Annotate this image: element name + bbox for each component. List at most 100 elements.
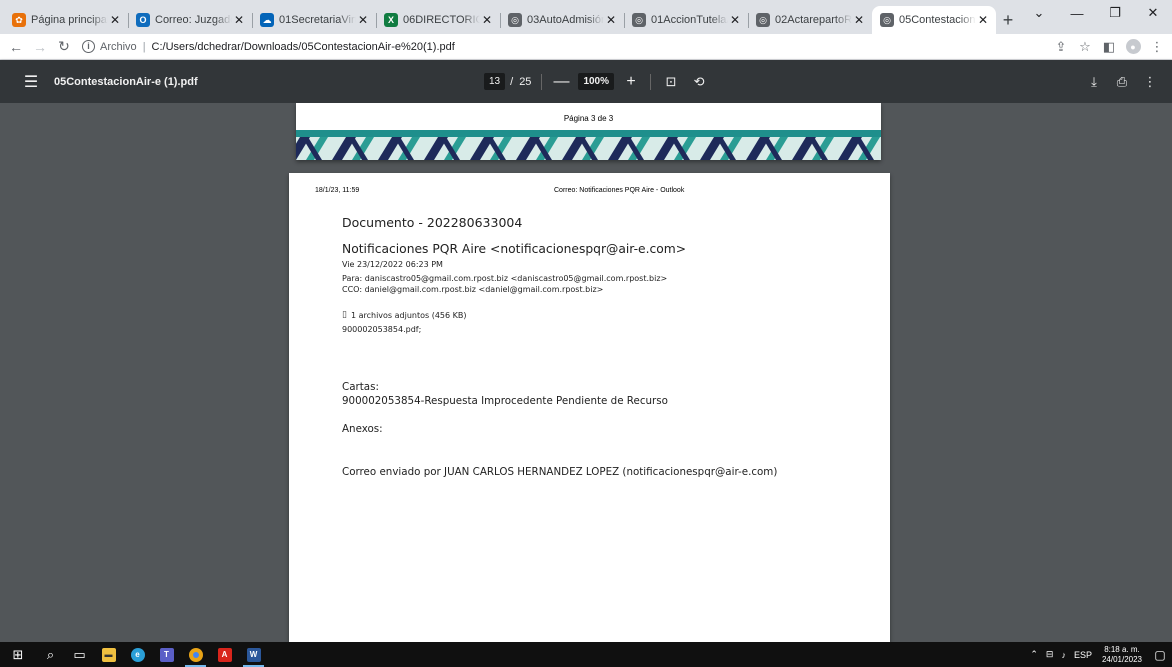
toolbar-right: ⇪ ☆ ◧ ● ⋮ <box>1048 37 1172 57</box>
rotate-icon[interactable]: ⟲ <box>689 74 709 90</box>
tab-close-icon[interactable]: ✕ <box>232 13 246 27</box>
toolbar-divider <box>650 73 652 90</box>
browser-tab[interactable]: ◎ 02ActarepartoReci✕ <box>748 6 872 34</box>
tab-title: 05ContestacionAir <box>899 14 976 26</box>
pdf-more-icon[interactable]: ⋮ <box>1136 74 1164 90</box>
tab-close-icon[interactable]: ✕ <box>728 13 742 27</box>
document-heading: Documento - 202280633004 <box>342 215 523 230</box>
zoom-level-input[interactable]: 100% <box>578 73 615 90</box>
previous-page-footer: Página 3 de 3 <box>563 114 614 123</box>
pdf-toolbar: ☰ 05ContestacionAir-e (1).pdf 13 / 25 — … <box>0 60 1172 103</box>
paperclip-icon: ▯ <box>342 310 347 320</box>
pdf-viewport[interactable]: Página 3 de 3 18/1/23, 11:59 Correo: Not… <box>0 103 1172 642</box>
page-header-title: Correo: Notificaciones PQR Aire - Outloo… <box>554 187 685 194</box>
address-url[interactable]: C:/Users/dchedrar/Downloads/05Contestaci… <box>152 41 455 53</box>
system-tray: ⌃ ⊟ ♪ ESP 8:18 a. m. 24/01/2023 ▢ <box>1026 642 1172 667</box>
tab-close-icon[interactable]: ✕ <box>604 13 618 27</box>
anexos-label: Anexos: <box>342 423 383 435</box>
search-icon[interactable]: ⌕ <box>36 642 65 667</box>
address-separator: | <box>142 40 146 53</box>
onedrive-icon: ☁ <box>260 13 274 27</box>
browser-tab[interactable]: ✿ Página principal | M✕ <box>4 6 128 34</box>
side-panel-icon[interactable]: ◧ <box>1098 37 1120 57</box>
address-bar[interactable]: i Archivo | C:/Users/dchedrar/Downloads/… <box>82 37 455 57</box>
reload-icon[interactable]: ↻ <box>54 37 74 57</box>
email-recipients: Para: daniscastro05@gmail.com.rpost.biz … <box>342 274 668 283</box>
tabs-container: ✿Página principal | M✕ O Correo: Juzgado 0… <box>0 0 996 34</box>
clock[interactable]: 8:18 a. m. 24/01/2023 <box>1102 645 1142 665</box>
clock-time: 8:18 a. m. <box>1104 644 1140 654</box>
volume-icon[interactable]: ♪ <box>1061 650 1066 660</box>
profile-avatar[interactable]: ● <box>1122 37 1144 57</box>
teams-icon[interactable]: T <box>152 642 181 667</box>
tab-close-icon[interactable]: ✕ <box>356 13 370 27</box>
download-icon[interactable]: ⤓ <box>1080 74 1108 90</box>
pdf-right-controls: ⤓ ⎙ ⋮ <box>1080 74 1172 90</box>
chrome-page-icon: ◎ <box>508 13 522 27</box>
back-icon[interactable]: ← <box>6 37 26 57</box>
tab-title: 01SecretariaVirtual <box>279 14 356 26</box>
tab-title: Correo: Juzgado 07 <box>155 14 232 26</box>
file-explorer-icon[interactable]: ▬ <box>94 642 123 667</box>
more-menu-icon[interactable]: ⋮ <box>1146 37 1168 57</box>
language-indicator[interactable]: ESP <box>1074 650 1092 660</box>
tab-search-icon[interactable]: ⌄ <box>1020 0 1058 26</box>
outlook-icon: O <box>136 13 150 27</box>
browser-tab[interactable]: X 06DIRECTORIO CO✕ <box>376 6 500 34</box>
email-body: Documento - 202280633004 Notificaciones … <box>342 215 862 479</box>
restore-icon[interactable]: ❐ <box>1096 0 1134 26</box>
notifications-icon[interactable]: ▢ <box>1148 648 1172 662</box>
acrobat-icon[interactable]: A <box>210 642 239 667</box>
browser-tab[interactable]: O Correo: Juzgado 07✕ <box>128 6 252 34</box>
attachments-count: 1 archivos adjuntos (456 KB) <box>350 311 467 320</box>
minimize-icon[interactable]: — <box>1058 0 1096 26</box>
email-sender: Notificaciones PQR Aire <notificacionesp… <box>342 242 687 256</box>
page-number-input[interactable]: 13 <box>484 73 506 90</box>
pdf-center-controls: 13 / 25 — 100% + ⊡ ⟲ <box>484 60 709 103</box>
avatar-icon: ● <box>1125 39 1141 54</box>
decorative-zigzag-banner <box>296 130 881 160</box>
window-controls: ⌄ — ❐ ✕ <box>1020 0 1172 34</box>
office-icon: ✿ <box>12 13 26 27</box>
edge-icon[interactable]: e <box>123 642 152 667</box>
chrome-icon[interactable] <box>181 642 210 667</box>
task-view-icon[interactable]: ▭ <box>65 642 94 667</box>
attachment-filename: 900002053854.pdf; <box>342 325 422 334</box>
new-tab-button[interactable]: + <box>996 6 1020 34</box>
browser-tab[interactable]: ◎ 03AutoAdmisiónTu✕ <box>500 6 624 34</box>
word-icon[interactable]: W <box>239 642 268 667</box>
share-icon[interactable]: ⇪ <box>1050 37 1072 57</box>
tab-title: 03AutoAdmisiónTu <box>527 14 604 26</box>
current-page: 18/1/23, 11:59 Correo: Notificaciones PQ… <box>289 173 890 642</box>
pdf-document-title: 05ContestacionAir-e (1).pdf <box>54 75 198 88</box>
tab-close-icon[interactable]: ✕ <box>976 13 990 27</box>
previous-page: Página 3 de 3 <box>296 103 881 160</box>
email-cco: CCO: daniel@gmail.com.rpost.biz <daniel@… <box>342 285 604 294</box>
show-hidden-icons-icon[interactable]: ⌃ <box>1030 649 1038 660</box>
browser-tab-strip: ✿Página principal | M✕ O Correo: Juzgado 0… <box>0 0 1172 34</box>
page-separator: / <box>510 75 514 88</box>
tab-close-icon[interactable]: ✕ <box>852 13 866 27</box>
info-icon[interactable]: i <box>82 40 95 53</box>
close-window-icon[interactable]: ✕ <box>1134 0 1172 26</box>
tab-title: 06DIRECTORIO CO <box>403 14 480 26</box>
browser-tab[interactable]: ◎ 05ContestacionAir✕ <box>872 6 996 34</box>
browser-toolbar: ← → ↻ i Archivo | C:/Users/dchedrar/Down… <box>0 34 1172 60</box>
zoom-out-button[interactable]: — <box>552 73 570 91</box>
email-date: Vie 23/12/2022 06:23 PM <box>342 260 443 269</box>
start-windows-icon[interactable]: ⊞ <box>0 642 36 667</box>
print-icon[interactable]: ⎙ <box>1108 74 1136 90</box>
fit-page-icon[interactable]: ⊡ <box>661 74 681 90</box>
hamburger-menu-icon[interactable]: ☰ <box>16 67 46 97</box>
page-header-timestamp: 18/1/23, 11:59 <box>315 187 360 194</box>
toolbar-divider <box>541 73 543 90</box>
tab-close-icon[interactable]: ✕ <box>108 13 122 27</box>
tab-close-icon[interactable]: ✕ <box>480 13 494 27</box>
browser-tab[interactable]: ☁ 01SecretariaVirtual✕ <box>252 6 376 34</box>
bookmark-star-icon[interactable]: ☆ <box>1074 37 1096 57</box>
forward-icon[interactable]: → <box>30 37 50 57</box>
network-icon[interactable]: ⊟ <box>1046 649 1054 660</box>
chrome-page-icon: ◎ <box>880 13 894 27</box>
browser-tab[interactable]: ◎ 01AccionTutelaAn✕ <box>624 6 748 34</box>
zoom-in-button[interactable]: + <box>622 73 640 91</box>
